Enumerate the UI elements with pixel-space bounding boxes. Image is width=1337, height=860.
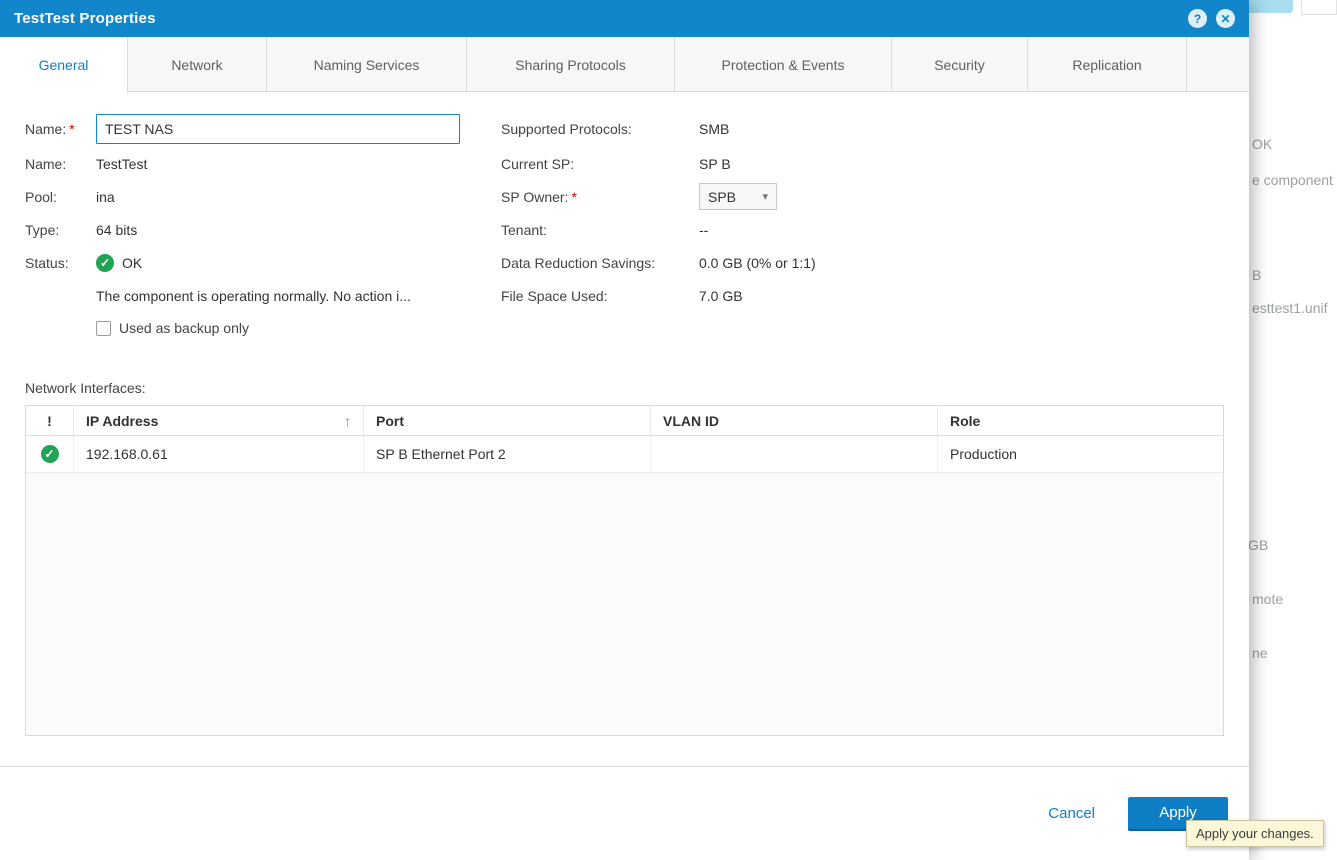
cancel-button[interactable]: Cancel bbox=[1048, 805, 1095, 822]
backup-only-label: Used as backup only bbox=[119, 320, 249, 336]
status-ok-icon: ✓ bbox=[96, 254, 114, 272]
apply-tooltip: Apply your changes. bbox=[1186, 820, 1324, 847]
status-description: The component is operating normally. No … bbox=[96, 288, 411, 304]
header-icon-partial bbox=[1247, 0, 1293, 13]
chevron-down-icon: ▾ bbox=[750, 190, 768, 203]
file-space-value: 7.0 GB bbox=[699, 288, 743, 304]
background-text: B bbox=[1252, 267, 1261, 283]
data-reduction-value: 0.0 GB (0% or 1:1) bbox=[699, 255, 816, 271]
sort-ascending-icon: ↑ bbox=[344, 413, 351, 429]
row-status-ok-icon: ✓ bbox=[41, 445, 59, 463]
column-header-ip-address[interactable]: IP Address ↑ bbox=[74, 406, 364, 435]
tab-network[interactable]: Network bbox=[128, 37, 267, 92]
column-header-ip-label: IP Address bbox=[86, 413, 158, 429]
background-text: esttest1.unif bbox=[1252, 300, 1328, 316]
sp-owner-selected-value: SPB bbox=[708, 189, 736, 205]
row-status-cell: ✓ bbox=[26, 436, 74, 472]
pool-label: Pool: bbox=[25, 189, 96, 205]
tab-replication[interactable]: Replication bbox=[1028, 37, 1187, 92]
type-label: Type: bbox=[25, 222, 96, 238]
table-header-row: ! IP Address ↑ Port VLAN ID Role bbox=[26, 406, 1223, 436]
header-panel-partial bbox=[1301, 0, 1337, 15]
table-row[interactable]: ✓ 192.168.0.61 SP B Ethernet Port 2 Prod… bbox=[26, 436, 1223, 473]
sp-owner-select[interactable]: SPB ▾ bbox=[699, 183, 777, 210]
name-label: Name: bbox=[25, 156, 96, 172]
network-interfaces-table: ! IP Address ↑ Port VLAN ID Role ✓ 192.1… bbox=[25, 405, 1224, 736]
required-asterisk: * bbox=[571, 189, 576, 205]
background-text: e component bbox=[1252, 172, 1333, 188]
close-icon[interactable]: ✕ bbox=[1216, 9, 1235, 28]
status-label: Status: bbox=[25, 255, 96, 271]
supported-protocols-label: Supported Protocols: bbox=[501, 121, 699, 137]
tenant-value: -- bbox=[699, 222, 708, 238]
type-value: 64 bits bbox=[96, 222, 137, 238]
current-sp-value: SP B bbox=[699, 156, 731, 172]
tenant-label: Tenant: bbox=[501, 222, 699, 238]
sp-owner-label: SP Owner:* bbox=[501, 189, 699, 205]
current-sp-label: Current SP: bbox=[501, 156, 699, 172]
backup-only-checkbox[interactable] bbox=[96, 321, 111, 336]
row-ip-cell: 192.168.0.61 bbox=[74, 436, 364, 472]
dialog-titlebar: TestTest Properties ? ✕ bbox=[0, 0, 1249, 37]
background-text: OK bbox=[1252, 136, 1272, 152]
tab-naming-services[interactable]: Naming Services bbox=[267, 37, 467, 92]
row-vlan-cell bbox=[651, 436, 938, 472]
column-header-role[interactable]: Role bbox=[938, 406, 1223, 435]
data-reduction-label: Data Reduction Savings: bbox=[501, 255, 699, 271]
general-tab-panel: Name:* Name: TestTest Pool: ina Type: 64… bbox=[0, 92, 1249, 766]
background-text: mote bbox=[1252, 591, 1283, 607]
tab-security[interactable]: Security bbox=[892, 37, 1028, 92]
file-space-label: File Space Used: bbox=[501, 288, 699, 304]
tab-bar: General Network Naming Services Sharing … bbox=[0, 37, 1249, 92]
network-interfaces-label: Network Interfaces: bbox=[25, 380, 1224, 396]
column-header-port[interactable]: Port bbox=[364, 406, 651, 435]
tab-protection-events[interactable]: Protection & Events bbox=[675, 37, 892, 92]
pool-value: ina bbox=[96, 189, 115, 205]
background-text: ne bbox=[1252, 645, 1268, 661]
tab-sharing-protocols[interactable]: Sharing Protocols bbox=[467, 37, 675, 92]
column-header-status[interactable]: ! bbox=[26, 406, 74, 435]
row-port-cell: SP B Ethernet Port 2 bbox=[364, 436, 651, 472]
status-value: OK bbox=[122, 255, 142, 271]
background-text: GB bbox=[1248, 537, 1268, 553]
dialog-footer: Cancel Apply bbox=[0, 766, 1249, 860]
name-value: TestTest bbox=[96, 156, 147, 172]
column-header-vlan-id[interactable]: VLAN ID bbox=[651, 406, 938, 435]
tab-bar-filler bbox=[1187, 37, 1249, 91]
help-icon[interactable]: ? bbox=[1188, 9, 1207, 28]
dialog-title: TestTest Properties bbox=[14, 10, 156, 27]
row-role-cell: Production bbox=[938, 436, 1223, 472]
name-input[interactable] bbox=[96, 114, 460, 144]
name-input-label: Name:* bbox=[25, 121, 96, 137]
supported-protocols-value: SMB bbox=[699, 121, 729, 137]
tab-general[interactable]: General bbox=[0, 37, 128, 93]
required-asterisk: * bbox=[69, 121, 74, 137]
properties-dialog: TestTest Properties ? ✕ General Network … bbox=[0, 0, 1249, 860]
